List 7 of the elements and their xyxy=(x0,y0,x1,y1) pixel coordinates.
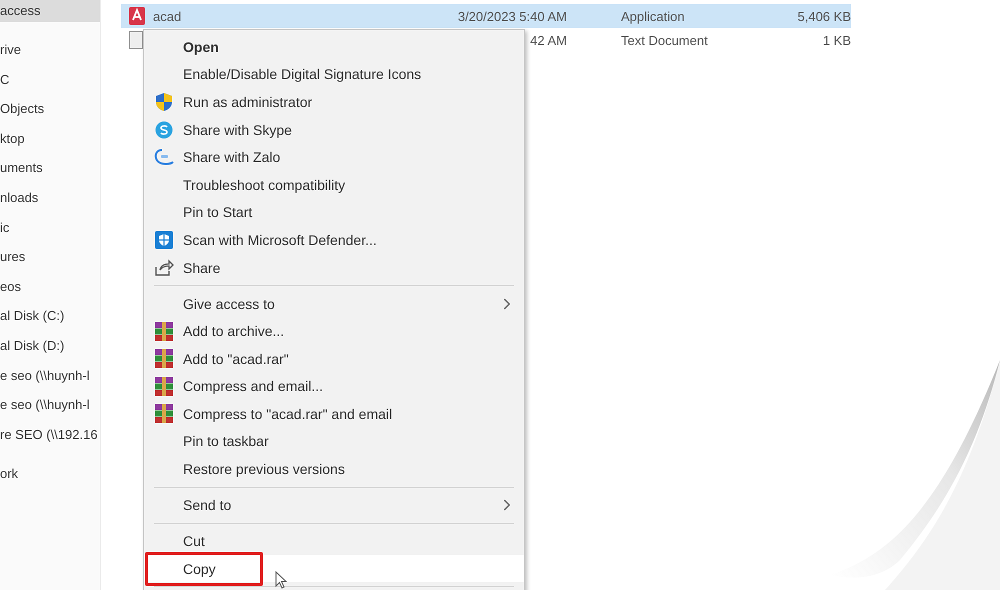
size-cell-text: 1 KB xyxy=(822,32,851,48)
type-cell-text: Application xyxy=(620,8,686,24)
type-cell-text: Text Document xyxy=(620,32,709,48)
date-cell-text: 3/20/2023 5:40 AM xyxy=(456,8,567,24)
date-cell-text: 42 AM xyxy=(529,32,567,48)
size-cell-text: 5,406 KB xyxy=(796,8,851,24)
file-name: acad xyxy=(153,8,182,24)
